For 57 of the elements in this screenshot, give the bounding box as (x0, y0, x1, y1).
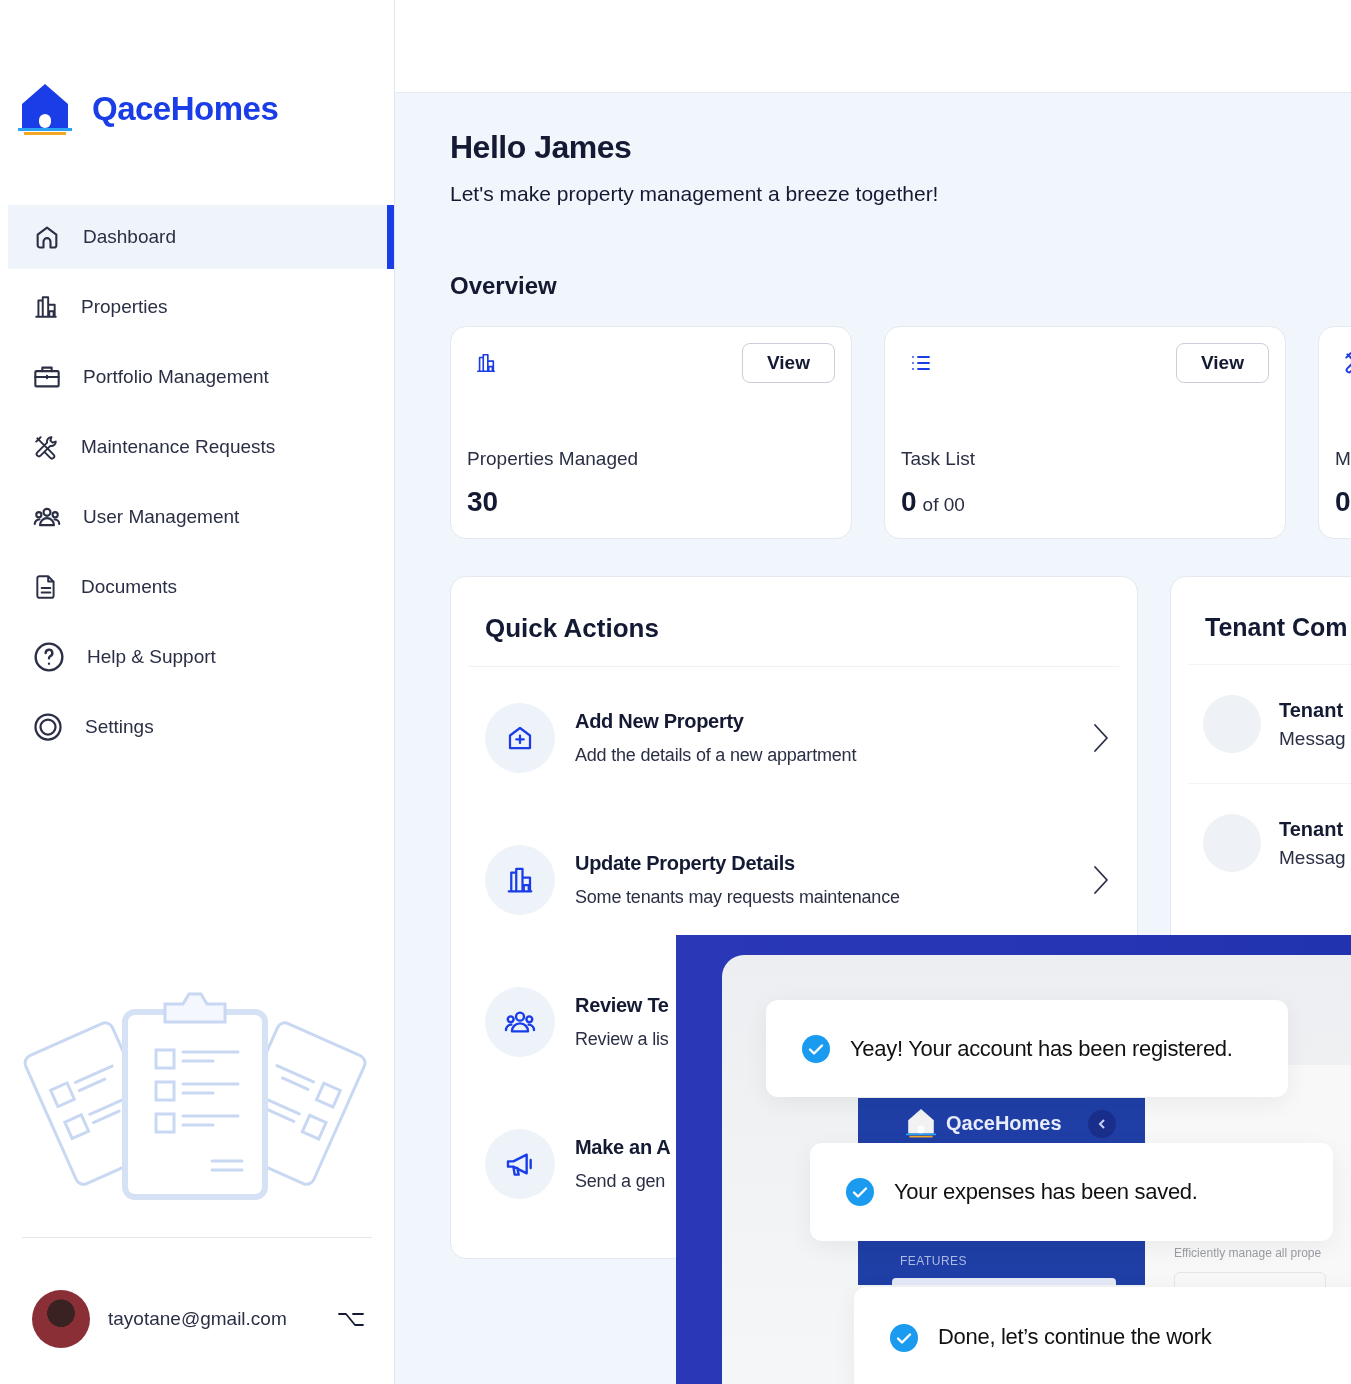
view-button[interactable]: View (1176, 343, 1269, 383)
view-button[interactable]: View (742, 343, 835, 383)
sidebar-nav-item[interactable]: Documents (8, 555, 394, 619)
house-logo-icon (906, 1108, 936, 1138)
tools-icon (33, 434, 59, 460)
greeting-subtitle: Let's make property management a breeze together! (450, 182, 940, 206)
check-circle-icon (802, 1034, 830, 1063)
sidebar-nav-item[interactable]: Portfolio Management (8, 345, 394, 409)
sidebar-nav-item[interactable]: User Management (8, 485, 394, 549)
success-toast: Yeay! Your account has been registered. (766, 1000, 1288, 1097)
sidebar-nav-item[interactable]: Help & Support (8, 625, 394, 689)
action-title[interactable]: Add New Property (575, 710, 744, 733)
building-icon (475, 352, 497, 374)
tenant-name: Tenant (1279, 817, 1345, 841)
action-description: Review a lis (575, 1029, 669, 1050)
sidebar-nav-item[interactable]: Settings (8, 695, 394, 759)
user-email: tayotane@gmail.com (108, 1308, 288, 1330)
settings-icon (33, 712, 63, 742)
section-title: Quick Actions (469, 577, 1119, 667)
section-title: Tenant Com (1204, 612, 1349, 643)
stat-label: M (1335, 448, 1351, 470)
brand-name: QaceHomes (92, 90, 279, 128)
chevron-right-icon[interactable] (1093, 723, 1109, 753)
stat-total: of 00 (922, 494, 965, 516)
chevron-right-icon[interactable] (1093, 865, 1109, 895)
house-logo-icon (18, 82, 72, 136)
message-preview: Messag (1279, 727, 1346, 750)
stat-label: Task List (901, 448, 976, 470)
message-preview: Messag (1279, 846, 1346, 869)
action-description: Send a gen (575, 1171, 666, 1192)
option-key-icon[interactable] (338, 1311, 364, 1327)
stat-value: 0 (901, 486, 917, 518)
action-description: Some tenants may requests maintenance (575, 887, 900, 908)
stat-value: 30 (467, 486, 499, 518)
action-title[interactable]: Update Property Details (575, 852, 795, 875)
tenant-name: Tenant (1279, 698, 1345, 722)
greeting-title: Hello James (450, 129, 633, 166)
sidebar-nav-item[interactable]: Dashboard (8, 205, 394, 269)
success-toast: Your expenses has been saved. (810, 1143, 1333, 1241)
check-circle-icon (846, 1178, 874, 1206)
help-icon (33, 641, 65, 673)
sidebar-nav-item[interactable]: Properties (8, 275, 394, 339)
action-description: Add the details of a new appartment (575, 745, 857, 766)
preview-caption: Efficiently manage all prope (1174, 1246, 1322, 1260)
sidebar-nav-item[interactable]: Maintenance Requests (8, 415, 394, 479)
check-circle-icon (890, 1324, 918, 1352)
preview-section-label: FEATURES (900, 1254, 968, 1268)
back-chevron-icon (1088, 1110, 1116, 1138)
avatar (32, 1290, 90, 1348)
section-title: Overview (450, 272, 558, 300)
building-icon (33, 294, 59, 320)
stat-value: 0 (1335, 486, 1351, 518)
stat-label: Properties Managed (467, 448, 640, 470)
preview-brand: QaceHomes (946, 1111, 1062, 1135)
success-toast: Done, let’s continue the work (854, 1287, 1351, 1384)
action-title[interactable]: Review Te (575, 994, 669, 1017)
action-title[interactable]: Make an A (575, 1136, 671, 1159)
